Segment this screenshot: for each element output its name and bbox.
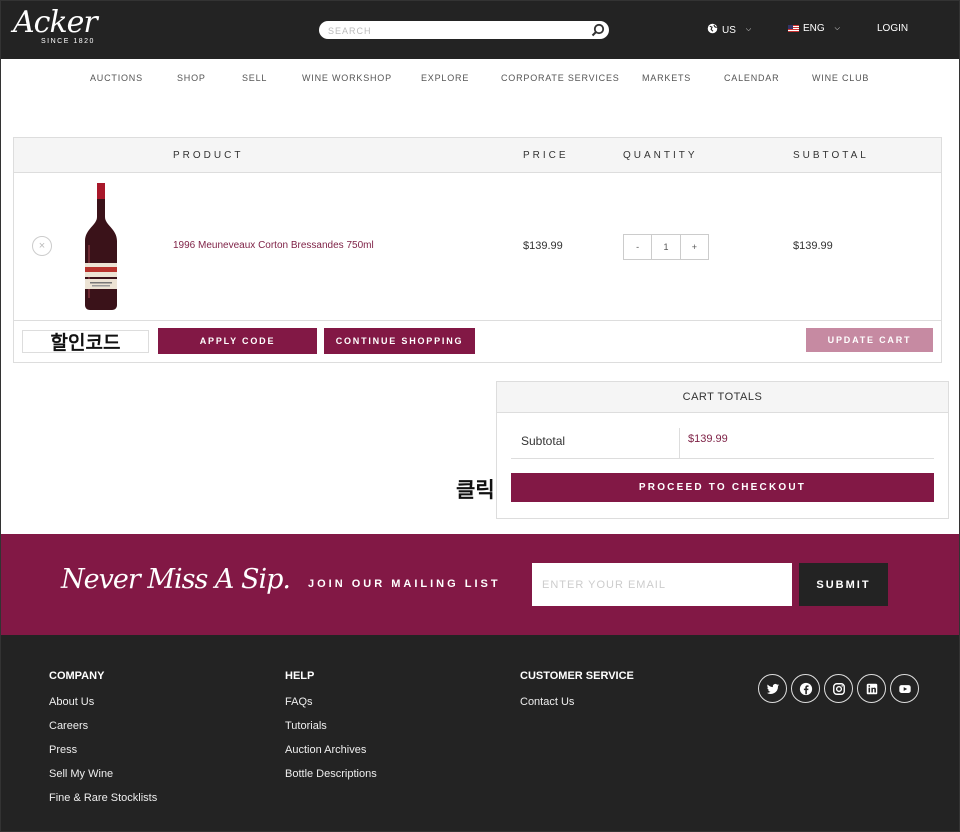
main-nav: AUCTIONS SHOP SELL WINE WORKSHOP EXPLORE… [1, 59, 959, 99]
footer-company-title: COMPANY [49, 670, 105, 682]
nav-calendar[interactable]: CALENDAR [724, 73, 779, 83]
divider [679, 428, 680, 458]
search-input[interactable] [319, 22, 579, 40]
footer-link-press[interactable]: Press [49, 744, 157, 768]
remove-item-button[interactable]: × [32, 236, 52, 256]
chevron-down-icon: ⌵ [834, 24, 840, 32]
totals-subtotal-row: Subtotal $139.99 [511, 428, 934, 459]
region-selector[interactable]: US ⌵ [707, 23, 751, 37]
table-row: × 1996 Meuneveaux Corton Bressandes 750m… [14, 173, 941, 321]
facebook-icon[interactable] [791, 674, 820, 703]
totals-subtotal-label: Subtotal [521, 434, 566, 448]
region-label: US [722, 24, 736, 36]
mailing-heading: JOIN OUR MAILING LIST [308, 578, 501, 590]
quantity-stepper: - 1 + [623, 234, 709, 260]
footer-link-stocklists[interactable]: Fine & Rare Stocklists [49, 792, 157, 816]
product-subtotal: $139.99 [793, 240, 833, 252]
footer-link-sell-my-wine[interactable]: Sell My Wine [49, 768, 157, 792]
footer-link-tutorials[interactable]: Tutorials [285, 720, 377, 744]
page: Acker SINCE 1820 US ⌵ ENG ⌵ LOGIN AUCTIO… [0, 0, 960, 832]
login-link[interactable]: LOGIN [877, 23, 908, 34]
language-label: ENG [803, 23, 825, 34]
nav-wine-workshop[interactable]: WINE WORKSHOP [302, 73, 392, 83]
footer-company: COMPANY About Us Careers Press Sell My W… [49, 670, 157, 816]
col-price: PRICE [523, 150, 569, 161]
update-cart-button[interactable]: UPDATE CART [806, 328, 933, 352]
twitter-icon[interactable] [758, 674, 787, 703]
footer-service: CUSTOMER SERVICE Contact Us [520, 670, 634, 720]
footer-help: HELP FAQs Tutorials Auction Archives Bot… [285, 670, 377, 792]
footer-link-about[interactable]: About Us [49, 696, 157, 720]
click-annotation: 클릭 [456, 478, 495, 502]
product-name-link[interactable]: 1996 Meuneveaux Corton Bressandes 750ml [173, 240, 374, 251]
quantity-input[interactable]: 1 [651, 235, 681, 259]
apply-code-button[interactable]: APPLY CODE [158, 328, 317, 354]
logo[interactable]: Acker SINCE 1820 [11, 5, 115, 49]
totals-subtotal-value: $139.99 [688, 433, 728, 445]
quantity-decrease-button[interactable]: - [624, 235, 652, 259]
linkedin-icon[interactable] [857, 674, 886, 703]
col-product: PRODUCT [173, 150, 244, 161]
nav-wine-club[interactable]: WINE CLUB [812, 73, 869, 83]
nav-corporate-services[interactable]: CORPORATE SERVICES [501, 73, 620, 83]
nav-shop[interactable]: SHOP [177, 73, 206, 83]
chevron-down-icon: ⌵ [745, 26, 752, 33]
nav-explore[interactable]: EXPLORE [421, 73, 469, 83]
logo-wordmark: Acker [13, 5, 98, 40]
col-quantity: QUANTITY [623, 150, 698, 161]
nav-sell[interactable]: SELL [242, 73, 267, 83]
social-links [758, 674, 919, 703]
nav-markets[interactable]: MARKETS [642, 73, 691, 83]
footer-link-contact[interactable]: Contact Us [520, 696, 634, 720]
us-flag-icon [788, 25, 799, 32]
product-image[interactable] [80, 183, 122, 311]
search-icon[interactable] [590, 22, 606, 38]
submit-button[interactable]: SUBMIT [799, 563, 888, 606]
quantity-increase-button[interactable]: + [680, 235, 708, 259]
instagram-icon[interactable] [824, 674, 853, 703]
cart-totals-title: CART TOTALS [497, 382, 948, 413]
coupon-code-input[interactable]: 할인코드 [22, 330, 149, 354]
language-selector[interactable]: ENG ⌵ [788, 23, 840, 34]
continue-shopping-button[interactable]: CONTINUE SHOPPING [324, 328, 475, 354]
cart-totals: CART TOTALS Subtotal $139.99 PROCEED TO … [496, 381, 949, 519]
globe-icon [707, 23, 718, 37]
footer-link-bottle-descriptions[interactable]: Bottle Descriptions [285, 768, 377, 792]
footer-service-title: CUSTOMER SERVICE [520, 670, 634, 682]
search-bar [319, 21, 609, 40]
nav-auctions[interactable]: AUCTIONS [90, 73, 143, 83]
email-input[interactable] [532, 563, 792, 606]
mailing-tagline: Never Miss A Sip. [61, 564, 291, 595]
footer-help-title: HELP [285, 670, 315, 682]
col-subtotal: SUBTOTAL [793, 150, 869, 161]
cart-header: PRODUCT PRICE QUANTITY SUBTOTAL [14, 138, 941, 173]
proceed-to-checkout-button[interactable]: PROCEED TO CHECKOUT [511, 473, 934, 502]
footer-link-careers[interactable]: Careers [49, 720, 157, 744]
youtube-icon[interactable] [890, 674, 919, 703]
product-price: $139.99 [523, 240, 563, 252]
cart-table: PRODUCT PRICE QUANTITY SUBTOTAL × 1996 M [13, 137, 942, 363]
mailing-list-band: Never Miss A Sip. JOIN OUR MAILING LIST … [1, 534, 959, 635]
footer-link-auction-archives[interactable]: Auction Archives [285, 744, 377, 768]
footer-link-faqs[interactable]: FAQs [285, 696, 377, 720]
top-bar: Acker SINCE 1820 US ⌵ ENG ⌵ LOGIN [1, 1, 959, 59]
logo-since: SINCE 1820 [41, 38, 95, 45]
footer: COMPANY About Us Careers Press Sell My W… [1, 635, 959, 831]
